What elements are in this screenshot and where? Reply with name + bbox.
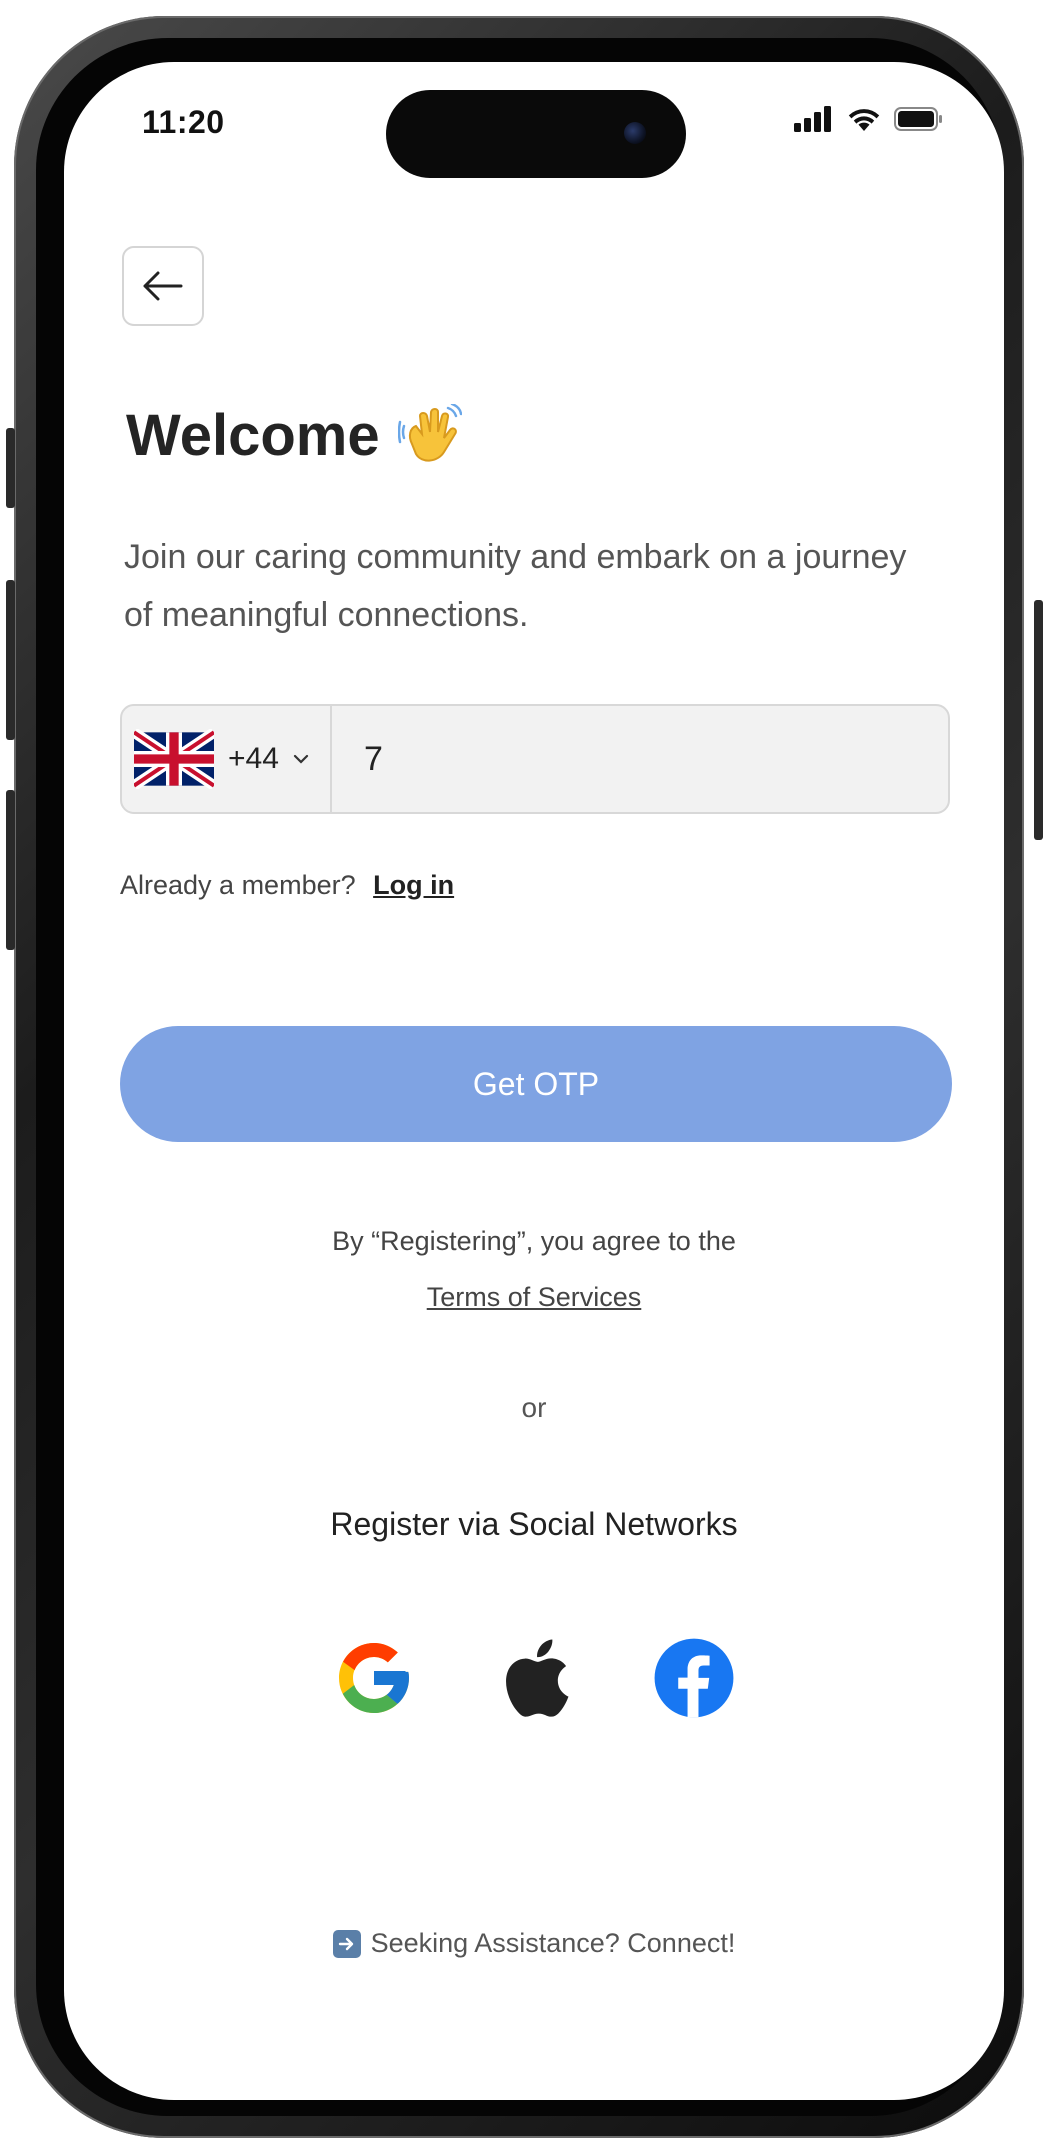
status-icons xyxy=(794,106,944,132)
intro-text: Join our caring community and embark on … xyxy=(124,538,907,634)
battery-icon xyxy=(894,107,942,131)
chevron-down-icon xyxy=(293,754,308,764)
back-button[interactable] xyxy=(122,246,204,326)
phone-number-field: +44 xyxy=(120,704,950,814)
arrow-left-icon xyxy=(143,271,183,301)
volume-up-button xyxy=(6,580,15,740)
camera-icon xyxy=(624,122,646,144)
facebook-icon xyxy=(654,1638,734,1718)
volume-down-button xyxy=(6,790,15,950)
country-code: +44 xyxy=(228,742,279,775)
get-otp-button[interactable]: Get OTP xyxy=(120,1026,952,1142)
status-time: 11:20 xyxy=(142,104,225,140)
google-icon xyxy=(339,1643,409,1713)
terms-link[interactable]: Terms of Services xyxy=(427,1282,642,1312)
social-title: Register via Social Networks xyxy=(330,1506,738,1542)
login-link[interactable]: Log in xyxy=(373,870,454,900)
or-divider: or xyxy=(521,1392,547,1423)
page-title: Welcome xyxy=(126,402,462,469)
login-prompt: Already a member? Log in xyxy=(120,870,454,901)
power-button xyxy=(1034,600,1043,840)
waving-hand-icon xyxy=(397,403,462,461)
agree-text: By “Registering”, you agree to the xyxy=(332,1226,736,1256)
google-button[interactable] xyxy=(330,1634,418,1722)
social-buttons xyxy=(64,1634,1004,1722)
arrow-right-icon xyxy=(332,1929,361,1958)
apple-button[interactable] xyxy=(490,1634,578,1722)
app-screen: 11:20 Welcome Join our caring community … xyxy=(64,62,1004,2100)
login-prompt-text: Already a member? xyxy=(120,870,356,900)
apple-icon xyxy=(506,1639,569,1717)
facebook-button[interactable] xyxy=(650,1634,738,1722)
help-text: Seeking Assistance? Connect! xyxy=(370,1928,736,1958)
uk-flag-icon xyxy=(134,729,214,789)
mute-switch xyxy=(6,428,15,508)
phone-number-input[interactable] xyxy=(332,705,948,813)
signal-icon xyxy=(794,106,831,132)
terms-container: Terms of Services xyxy=(64,1282,1004,1313)
wifi-icon xyxy=(848,109,880,131)
dynamic-island xyxy=(386,90,686,178)
help-link[interactable]: Seeking Assistance? Connect! xyxy=(64,1928,1004,1959)
title-text: Welcome xyxy=(126,403,380,468)
country-code-selector[interactable]: +44 xyxy=(122,706,332,812)
